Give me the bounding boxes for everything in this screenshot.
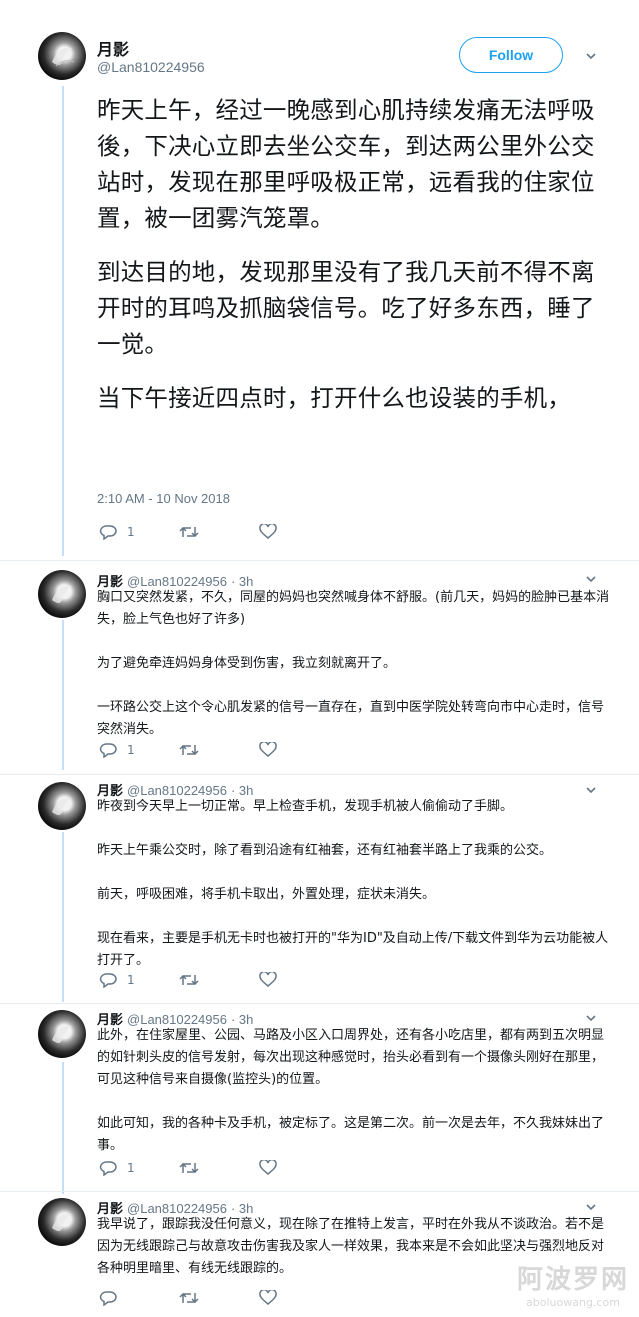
reply-button[interactable]: 1 <box>99 972 179 988</box>
reply-paragraph: 此外，在住家屋里、公园、马路及小区入口周界处，还有各小吃店里，都有两到五次明显的… <box>97 1028 605 1087</box>
avatar[interactable] <box>38 1010 86 1058</box>
reply-actions: 1 <box>99 1160 339 1176</box>
follow-button[interactable]: Follow <box>459 37 563 73</box>
reply-icon <box>99 743 117 758</box>
reply-actions <box>99 1290 339 1306</box>
avatar[interactable] <box>38 782 86 830</box>
chevron-down-icon[interactable] <box>586 1013 596 1023</box>
reply-count: 1 <box>127 1161 135 1175</box>
tweet-paragraph: 当下午接近四点时，打开什么也设装的手机， <box>97 384 571 412</box>
like-button[interactable] <box>259 1160 339 1176</box>
reply-button[interactable] <box>99 1290 179 1306</box>
thread-line <box>62 620 64 770</box>
divider <box>0 1191 639 1192</box>
avatar-moon-image <box>52 797 72 815</box>
divider <box>0 560 639 561</box>
retweet-icon <box>179 974 199 986</box>
avatar-moon-image <box>52 1213 72 1231</box>
reply-icon <box>99 1291 117 1306</box>
reply-text: 胸口又突然发紧，不久，同屋的妈妈也突然喊身体不舒服。(前几天，妈妈的脸肿已基本消… <box>97 587 612 763</box>
like-button[interactable] <box>259 972 339 988</box>
reply-button[interactable]: 1 <box>99 524 179 540</box>
tweet-timestamp[interactable]: 2:10 AM - 10 Nov 2018 <box>97 491 230 506</box>
avatar[interactable] <box>38 570 86 618</box>
tweet-paragraph: 到达目的地，发现那里没有了我几天前不得不离开时的耳鸣及抓脑袋信号。吃了好多东西，… <box>97 258 595 358</box>
reply-button[interactable]: 1 <box>99 1160 179 1176</box>
reply-count: 1 <box>127 973 135 987</box>
avatar-moon-image <box>52 47 75 67</box>
divider <box>0 774 639 775</box>
reply-button[interactable]: 1 <box>99 742 179 758</box>
reply-count: 1 <box>127 525 135 539</box>
tweet-text: 昨天上午，经过一晚感到心肌持续发痛无法呼吸後，下决心立即去坐公交车，到达两公里外… <box>97 92 607 434</box>
thread-line <box>62 1062 64 1194</box>
reply-paragraph: 一环路公交上这个令心肌发紧的信号一直存在，直到中医学院处转弯向市中心走时，信号突… <box>97 700 605 737</box>
chevron-down-icon[interactable] <box>586 785 596 795</box>
chevron-down-icon[interactable] <box>586 51 596 61</box>
reply-actions: 1 <box>99 742 339 758</box>
heart-icon <box>259 1290 277 1305</box>
retweet-icon <box>179 1292 199 1304</box>
avatar[interactable] <box>38 1198 86 1246</box>
reply-icon <box>99 1161 117 1176</box>
watermark-text: 阿波罗网 <box>516 1265 629 1295</box>
like-button[interactable] <box>259 524 339 540</box>
reply-paragraph: 为了避免牵连妈妈身体受到伤害，我立刻就离开了。 <box>97 656 397 671</box>
reply-actions: 1 <box>99 972 339 988</box>
reply-paragraph: 胸口又突然发紧，不久，同屋的妈妈也突然喊身体不舒服。(前几天，妈妈的脸肿已基本消… <box>97 590 610 627</box>
like-button[interactable] <box>259 742 339 758</box>
retweet-icon <box>179 1162 199 1174</box>
divider <box>0 1003 639 1004</box>
watermark-url: aboluowang.com <box>526 1296 620 1309</box>
reply-text: 此外，在住家屋里、公园、马路及小区入口周界处，还有各小吃店里，都有两到五次明显的… <box>97 1025 612 1179</box>
retweet-button[interactable] <box>179 1290 259 1306</box>
reply-text: 昨夜到今天早上一切正常。早上检查手机，发现手机被人偷偷动了手脚。 昨天上午乘公交… <box>97 796 612 994</box>
watermark: 阿波罗网 aboluowang.com <box>517 1259 629 1309</box>
like-button[interactable] <box>259 1290 339 1306</box>
reply-paragraph: 如此可知，我的各种卡及手机，被定标了。这是第二次。前一次是去年，不久我妹妹出了事… <box>97 1116 605 1153</box>
thread-line <box>62 86 64 556</box>
thread-line <box>62 832 64 1002</box>
retweet-button[interactable] <box>179 1160 259 1176</box>
retweet-button[interactable] <box>179 972 259 988</box>
reply-icon <box>99 973 117 988</box>
author-name[interactable]: 月影 <box>97 36 129 60</box>
reply-paragraph: 昨夜到今天早上一切正常。早上检查手机，发现手机被人偷偷动了手脚。 <box>97 799 514 814</box>
chevron-down-icon[interactable] <box>586 574 596 584</box>
reply-paragraph: 前天，呼吸困难，将手机卡取出，外置处理，症状未消失。 <box>97 887 436 902</box>
retweet-button[interactable] <box>179 524 259 540</box>
heart-icon <box>259 1160 277 1175</box>
tweet-paragraph: 昨天上午，经过一晚感到心肌持续发痛无法呼吸後，下决心立即去坐公交车，到达两公里外… <box>97 96 595 232</box>
chevron-down-icon[interactable] <box>586 1202 596 1212</box>
retweet-icon <box>179 526 199 538</box>
avatar-moon-image <box>52 1025 72 1043</box>
tweet-actions: 1 <box>99 524 339 540</box>
retweet-button[interactable] <box>179 742 259 758</box>
author-handle[interactable]: @Lan810224956 <box>97 59 205 75</box>
reply-icon <box>99 525 117 540</box>
heart-icon <box>259 742 277 757</box>
heart-icon <box>259 972 277 987</box>
reply-count: 1 <box>127 743 135 757</box>
avatar-moon-image <box>52 585 72 603</box>
reply-paragraph: 昨天上午乘公交时，除了看到沿途有红袖套，还有红袖套半路上了我乘的公交。 <box>97 843 553 858</box>
reply-paragraph: 现在看来，主要是手机无卡时也被打开的"华为ID"及自动上传/下载文件到华为云功能… <box>97 931 609 968</box>
retweet-icon <box>179 744 199 756</box>
heart-icon <box>259 524 277 539</box>
avatar[interactable] <box>38 32 86 80</box>
